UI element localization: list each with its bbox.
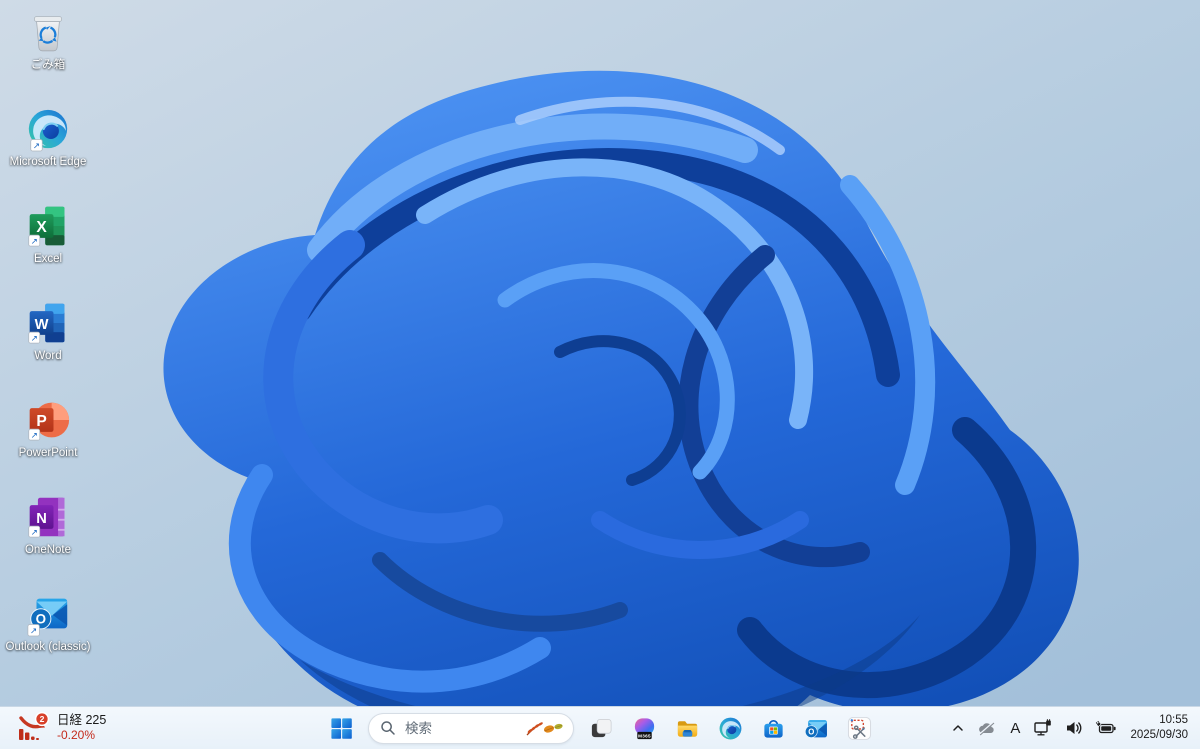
widget-change: -0.20% (57, 728, 96, 743)
file-explorer-icon (677, 720, 697, 737)
windows-start-icon (330, 717, 352, 739)
desktop-icon-label: ごみ箱 (30, 59, 66, 71)
chevron-up-icon (953, 725, 964, 731)
taskbar-center-group: M365 (321, 707, 879, 749)
svg-text:↗: ↗ (31, 431, 38, 440)
search-input[interactable] (403, 719, 524, 737)
svg-text:N: N (36, 511, 47, 527)
desktop-icon-excel[interactable]: X ↗ Excel (4, 198, 92, 285)
search-icon (381, 721, 395, 735)
hidden-icons-button[interactable] (946, 709, 970, 747)
onedrive-button[interactable] (972, 709, 1002, 747)
word-icon: W ↗ (26, 295, 70, 347)
task-view-icon (591, 718, 611, 737)
ethernet-network-icon (1034, 719, 1052, 736)
recycle-bin-icon (27, 4, 69, 56)
m365-copilot-button[interactable]: M365 (624, 709, 664, 747)
battery-charging-icon (1096, 720, 1117, 734)
volume-icon (1067, 722, 1082, 734)
ime-mode-button[interactable]: A (1004, 709, 1026, 747)
desktop-icon-powerpoint[interactable]: P ↗ PowerPoint (4, 392, 92, 479)
battery-button[interactable] (1090, 709, 1122, 747)
desktop-icon-label: OneNote (24, 544, 72, 556)
ime-mode-label: A (1010, 719, 1021, 737)
widget-title: 日経 225 (57, 713, 107, 728)
microsoft-store-icon (763, 719, 783, 738)
desktop-icon-label: Outlook (classic) (5, 641, 91, 653)
excel-icon: X ↗ (26, 198, 70, 250)
microsoft-edge-icon (719, 717, 741, 739)
svg-text:↗: ↗ (31, 334, 38, 343)
desktop-icon-label: Word (34, 350, 62, 362)
snipping-tool-button[interactable] (839, 709, 879, 747)
system-tray: A 10:55 2025/09/30 (946, 707, 1196, 749)
volume-button[interactable] (1060, 709, 1088, 747)
snipping-tool-icon (847, 716, 871, 740)
start-button[interactable] (321, 709, 361, 747)
outlook-icon: O (804, 719, 827, 738)
desktop-icon-word[interactable]: W ↗ Word (4, 295, 92, 382)
file-explorer-button[interactable] (667, 709, 707, 747)
clock-time: 10:55 (1159, 714, 1188, 727)
outlook-icon: O ↗ (25, 586, 71, 638)
desktop-icon-recycle-bin[interactable]: ごみ箱 (4, 4, 92, 91)
microsoft-store-button[interactable] (753, 709, 793, 747)
desktop-icon-microsoft-edge[interactable]: ↗ Microsoft Edge (4, 101, 92, 188)
microsoft-edge-icon: ↗ (25, 101, 71, 153)
svg-text:O: O (36, 611, 46, 626)
svg-text:↗: ↗ (31, 528, 38, 537)
bloom-wallpaper (0, 0, 1200, 749)
desktop-icon-onenote[interactable]: N ↗ OneNote (4, 489, 92, 576)
svg-text:↗: ↗ (30, 626, 37, 636)
desktop-icon-label: PowerPoint (18, 447, 78, 459)
svg-text:O: O (808, 727, 814, 736)
desktop-icon-column: ごみ箱 ↗ Microsoft Edge X ↗ Excel W ↗ Word … (4, 4, 92, 683)
autumn-leaves-icon (526, 722, 563, 736)
widgets-button[interactable]: 2 日経 225 -0.20% (8, 707, 114, 749)
powerpoint-icon: P ↗ (26, 392, 70, 444)
desktop-icon-label: Excel (33, 253, 63, 265)
widget-texts: 日経 225 -0.20% (57, 713, 106, 742)
network-button[interactable] (1028, 709, 1058, 747)
copilot-badge-label: M365 (638, 733, 651, 738)
m365-copilot-icon: M365 (634, 717, 654, 739)
clock[interactable]: 10:55 2025/09/30 (1124, 713, 1196, 743)
svg-text:↗: ↗ (33, 141, 40, 151)
taskbar-search[interactable] (368, 712, 574, 744)
microsoft-edge-button[interactable] (710, 709, 750, 747)
onedrive-offline-icon (979, 721, 995, 736)
onenote-icon: N ↗ (26, 489, 70, 541)
svg-text:P: P (36, 413, 46, 430)
svg-text:W: W (35, 317, 49, 333)
task-view-button[interactable] (581, 709, 621, 747)
stock-down-chart-icon: 2 (19, 711, 50, 740)
widget-badge-count: 2 (40, 714, 45, 724)
svg-text:X: X (36, 219, 47, 236)
outlook-button[interactable]: O (796, 709, 836, 747)
svg-text:↗: ↗ (31, 237, 38, 246)
taskbar: 2 日経 225 -0.20% 検索 M365 O A 10:55 2025/0… (0, 706, 1200, 749)
desktop-icon-label: Microsoft Edge (9, 156, 87, 168)
desktop-icon-outlook-classic[interactable]: O ↗ Outlook (classic) (4, 586, 92, 673)
windows-desktop: ごみ箱 ↗ Microsoft Edge X ↗ Excel W ↗ Word … (0, 0, 1200, 749)
clock-date: 2025/09/30 (1130, 729, 1188, 741)
